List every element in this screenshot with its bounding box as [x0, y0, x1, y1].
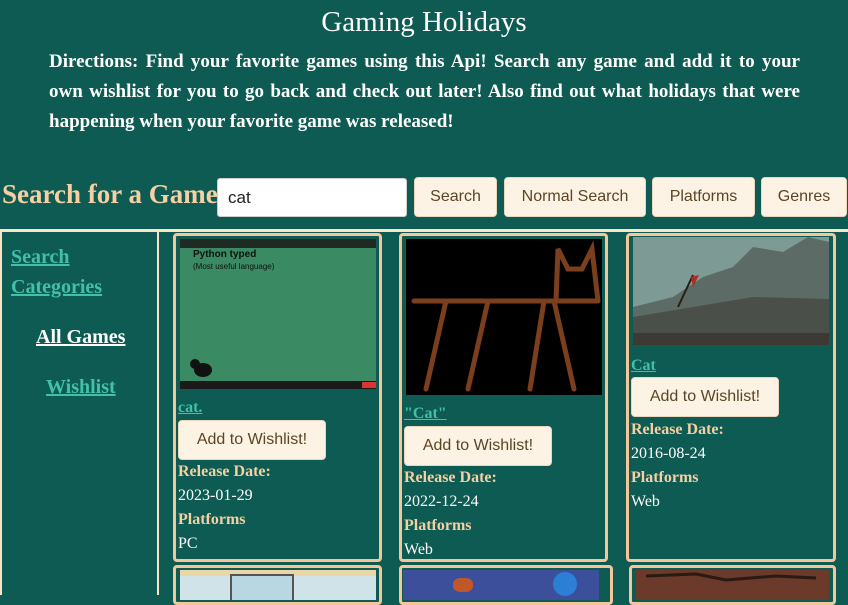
game-thumbnail[interactable]: Python typed (Most useful language): [180, 239, 376, 389]
cat-drawing: [411, 240, 601, 392]
add-to-wishlist-button[interactable]: Add to Wishlist!: [631, 377, 779, 417]
thumb-planet: [553, 572, 577, 596]
game-card: [173, 565, 382, 605]
platforms-value: Web: [404, 541, 433, 558]
castle-scene: [633, 237, 829, 345]
platforms-label: Platforms: [404, 517, 472, 534]
normal-search-button[interactable]: Normal Search: [504, 177, 646, 217]
sidebar-wishlist-link[interactable]: Wishlist: [46, 372, 116, 402]
genres-button[interactable]: Genres: [761, 177, 847, 217]
platforms-label: Platforms: [178, 511, 246, 528]
game-thumbnail[interactable]: [403, 570, 599, 600]
game-thumbnail[interactable]: [633, 237, 829, 345]
search-button[interactable]: Search: [414, 177, 497, 217]
search-label: Search for a Game:: [2, 179, 227, 209]
game-card: [399, 565, 613, 605]
game-card: "Cat" Add to Wishlist! Release Date: 202…: [399, 233, 608, 562]
platforms-button[interactable]: Platforms: [652, 177, 755, 217]
game-thumbnail[interactable]: [636, 570, 829, 600]
thumb-text-sub: (Most useful language): [193, 262, 275, 271]
platforms-value: PC: [178, 535, 198, 552]
release-date-value: 2022-12-24: [404, 493, 479, 510]
game-card: Python typed (Most useful language) cat.…: [173, 233, 382, 562]
game-card: [629, 565, 836, 605]
release-date-label: Release Date:: [631, 421, 724, 438]
thumb-text-title: Python typed: [193, 249, 257, 260]
release-date-value: 2016-08-24: [631, 445, 706, 462]
thumb-cat: [453, 578, 473, 592]
add-to-wishlist-button[interactable]: Add to Wishlist!: [404, 426, 552, 466]
thumb-titlebar: [180, 239, 376, 248]
release-date-label: Release Date:: [404, 469, 497, 486]
game-card: Cat Add to Wishlist! Release Date: 2016-…: [626, 233, 836, 562]
search-input[interactable]: cat: [217, 178, 407, 217]
game-title-link[interactable]: "Cat": [404, 405, 447, 423]
game-title-link[interactable]: cat.: [178, 399, 202, 417]
platforms-label: Platforms: [631, 469, 699, 486]
game-title-link[interactable]: Cat: [631, 357, 656, 375]
thumb-detail: [230, 574, 294, 600]
game-thumbnail[interactable]: [180, 570, 376, 600]
release-date-value: 2023-01-29: [178, 487, 253, 504]
search-bar: Search for a Game: cat Search Normal Sea…: [0, 176, 848, 218]
cat-head: [190, 359, 200, 369]
sidebar-search-categories-link[interactable]: Search Categories: [11, 242, 131, 302]
sidebar: Search Categories All Games Wishlist: [0, 232, 159, 595]
add-to-wishlist-button[interactable]: Add to Wishlist!: [178, 420, 326, 460]
release-date-label: Release Date:: [178, 463, 271, 480]
directions-text: Directions: Find your favorite games usi…: [49, 51, 800, 132]
platforms-value: Web: [631, 493, 660, 510]
thumb-art: [645, 572, 817, 582]
thumb-taskbar: [180, 381, 376, 389]
game-thumbnail[interactable]: [406, 239, 602, 395]
page-title: Gaming Holidays: [321, 6, 527, 38]
thumb-taskbar-mark: [362, 382, 376, 388]
sidebar-all-games-link[interactable]: All Games: [36, 322, 125, 352]
